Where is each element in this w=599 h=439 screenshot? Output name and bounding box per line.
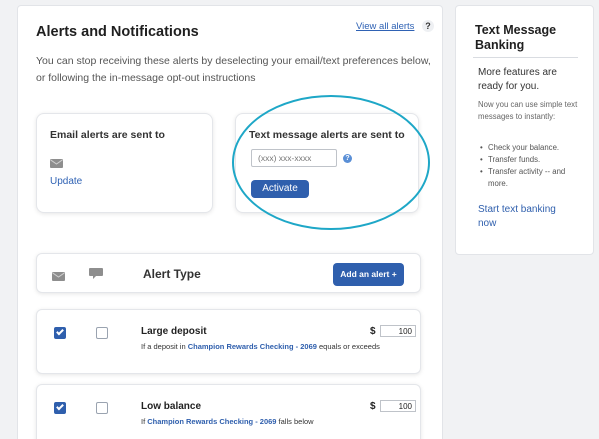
envelope-icon	[50, 155, 63, 173]
account-link[interactable]: Champion Rewards Checking - 2069	[188, 342, 317, 351]
account-link[interactable]: Champion Rewards Checking - 2069	[147, 417, 276, 426]
update-email-link[interactable]: Update	[50, 176, 82, 187]
help-icon[interactable]: ?	[422, 20, 434, 32]
alert-description: If Champion Rewards Checking - 2069 fall…	[141, 417, 314, 426]
text-alert-checkbox[interactable]	[96, 327, 108, 339]
alerts-table-header: Alert Type Add an alert +	[36, 253, 421, 293]
alert-row: Low balance If Champion Rewards Checking…	[36, 384, 421, 439]
email-card-title: Email alerts are sent to	[50, 129, 165, 141]
sidebar-lead: More features are ready for you.	[478, 67, 557, 92]
alert-desc-suffix: equals or exceeds	[316, 342, 380, 351]
alert-description: If a deposit in Champion Rewards Checkin…	[141, 342, 380, 351]
alert-desc-suffix: falls below	[276, 417, 314, 426]
sidebar-subtext: Now you can use simple text messages to …	[478, 100, 578, 121]
email-alert-checkbox[interactable]	[54, 402, 66, 414]
info-icon[interactable]: ?	[343, 154, 352, 163]
page-title: Alerts and Notifications	[36, 24, 199, 40]
currency-symbol: $	[370, 326, 376, 337]
list-item: Transfer funds.	[480, 154, 580, 166]
email-alerts-card: Email alerts are sent to Update	[36, 113, 213, 213]
checkmark-icon	[56, 327, 64, 336]
start-text-banking-link[interactable]: Start text banking now	[478, 203, 573, 231]
text-alert-checkbox[interactable]	[96, 402, 108, 414]
alert-row: Large deposit If a deposit in Champion R…	[36, 309, 421, 374]
text-card-title: Text message alerts are sent to	[249, 129, 405, 141]
phone-number-input[interactable]	[251, 149, 337, 167]
envelope-icon	[52, 268, 65, 286]
list-item: Transfer activity -- and more.	[480, 166, 580, 190]
alert-desc-prefix: If a deposit in	[141, 342, 188, 351]
sidebar-title: Text Message Banking	[475, 23, 557, 52]
checkmark-icon	[56, 402, 64, 411]
divider	[473, 57, 578, 58]
add-alert-button[interactable]: Add an alert +	[333, 263, 404, 286]
currency-symbol: $	[370, 401, 376, 412]
text-banking-sidebar: Text Message Banking More features are r…	[455, 5, 594, 255]
alert-title: Large deposit	[141, 326, 207, 337]
amount-input[interactable]	[380, 400, 416, 412]
amount-input[interactable]	[380, 325, 416, 337]
activate-button[interactable]: Activate	[251, 180, 309, 198]
email-alert-checkbox[interactable]	[54, 327, 66, 339]
view-all-alerts-link[interactable]: View all alerts	[356, 21, 414, 32]
alert-title: Low balance	[141, 401, 202, 412]
text-alerts-card: Text message alerts are sent to ? Activa…	[235, 113, 419, 213]
alert-type-heading: Alert Type	[143, 267, 201, 281]
feature-list: Check your balance. Transfer funds. Tran…	[480, 142, 580, 190]
list-item: Check your balance.	[480, 142, 580, 154]
intro-text: You can stop receiving these alerts by d…	[36, 55, 431, 84]
alerts-panel: Alerts and Notifications View all alerts…	[17, 5, 443, 439]
chat-bubble-icon	[89, 267, 103, 285]
